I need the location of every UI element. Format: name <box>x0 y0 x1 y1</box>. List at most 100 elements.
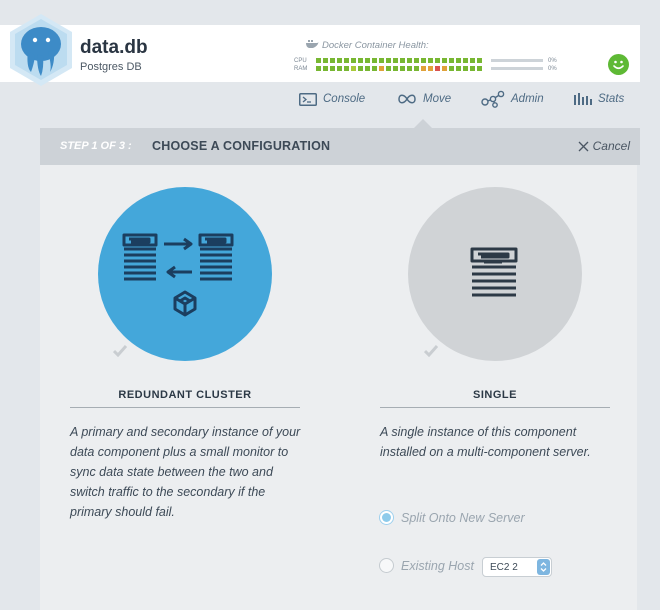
ram-meter-cell <box>463 66 468 71</box>
ram-meter-cell <box>386 66 391 71</box>
cpu-meter-cell <box>435 58 440 63</box>
single-title: SINGLE <box>473 389 517 401</box>
ram-meter-cell <box>400 66 405 71</box>
cpu-meter-cell <box>442 58 447 63</box>
cancel-button[interactable]: Cancel <box>578 139 630 153</box>
cpu-meter-cell <box>477 58 482 63</box>
ram-meter-cell <box>351 66 356 71</box>
cpu-meter-cell <box>358 58 363 63</box>
ram-bar <box>491 67 543 70</box>
ram-meter-cell <box>379 66 384 71</box>
cpu-label: CPU <box>294 57 307 64</box>
ram-meter-cell <box>428 66 433 71</box>
cluster-divider <box>70 407 300 408</box>
existing-host-select-value: EC2 2 <box>490 562 518 573</box>
radio-unselected-indicator <box>379 558 394 573</box>
nav-stats[interactable]: Stats <box>574 90 624 108</box>
container-health-label: Docker Container Health: <box>322 40 429 51</box>
cpu-meter-cell <box>344 58 349 63</box>
cpu-percent: 0% <box>548 57 557 64</box>
ram-meter-cell <box>344 66 349 71</box>
cpu-meter-cell <box>337 58 342 63</box>
single-option[interactable] <box>408 187 582 361</box>
redundant-cluster-title: REDUNDANT CLUSTER <box>118 389 252 401</box>
step-title: CHOOSE A CONFIGURATION <box>152 139 331 153</box>
cpu-meter: CPU 0% <box>294 57 557 64</box>
ram-meter-cell <box>421 66 426 71</box>
nav-console[interactable]: Console <box>299 90 365 108</box>
ram-meter-cell <box>393 66 398 71</box>
step-number: STEP 1 OF 3 : <box>60 140 132 152</box>
redundant-cluster-description: A primary and secondary instance of your… <box>70 425 301 519</box>
ram-meter-cell <box>372 66 377 71</box>
cluster-diagram-icon <box>122 233 234 317</box>
ram-meter-cell <box>337 66 342 71</box>
move-loop-icon <box>398 94 416 104</box>
cpu-meter-cell <box>323 58 328 63</box>
cpu-meter-cell <box>456 58 461 63</box>
app-name: data.db <box>80 37 148 58</box>
select-stepper-icon <box>537 559 550 575</box>
single-description: A single instance of this component inst… <box>380 425 591 459</box>
cpu-cells <box>316 58 482 63</box>
ram-meter-cell <box>330 66 335 71</box>
nav-move-label: Move <box>423 93 452 105</box>
health-status-smiley-icon <box>608 54 629 75</box>
nav-stats-label: Stats <box>598 93 625 105</box>
app-subtitle: Postgres DB <box>80 61 142 73</box>
ram-meter: RAM 0% <box>294 65 557 72</box>
cpu-meter-cell <box>393 58 398 63</box>
cpu-bar <box>491 59 543 62</box>
existing-host-label: Existing Host <box>401 558 474 573</box>
cluster-check-icon <box>113 345 127 357</box>
docker-whale-icon <box>306 40 319 48</box>
cpu-meter-cell <box>449 58 454 63</box>
wizard-step-bar: STEP 1 OF 3 : CHOOSE A CONFIGURATION Can… <box>40 128 640 165</box>
cpu-meter-cell <box>316 58 321 63</box>
ram-meter-cell <box>365 66 370 71</box>
split-onto-new-server-radio[interactable]: Split Onto New Server <box>379 510 525 525</box>
cpu-meter-cell <box>365 58 370 63</box>
postgres-elephant-logo <box>6 12 76 92</box>
cpu-meter-cell <box>421 58 426 63</box>
redundant-cluster-option[interactable] <box>98 187 272 361</box>
active-nav-pointer <box>414 119 432 128</box>
ram-meter-cell <box>414 66 419 71</box>
split-onto-new-server-label: Split Onto New Server <box>401 510 525 525</box>
stats-bars-icon <box>574 93 592 105</box>
ram-cells <box>316 66 482 71</box>
close-icon <box>578 141 589 151</box>
cpu-meter-cell <box>400 58 405 63</box>
cpu-meter-cell <box>407 58 412 63</box>
cpu-meter-cell <box>470 58 475 63</box>
container-health-title: Docker Container Health: <box>305 39 429 51</box>
cpu-meter-cell <box>463 58 468 63</box>
cpu-meter-cell <box>414 58 419 63</box>
radio-selected-indicator <box>379 510 394 525</box>
ram-meter-cell <box>407 66 412 71</box>
ram-meter-cell <box>323 66 328 71</box>
ram-meter-cell <box>442 66 447 71</box>
terminal-icon <box>299 92 317 106</box>
cpu-meter-cell <box>372 58 377 63</box>
existing-host-radio[interactable]: Existing Host <box>379 558 474 573</box>
single-check-icon <box>424 345 438 357</box>
ram-meter-cell <box>449 66 454 71</box>
single-divider <box>380 407 610 408</box>
ram-meter-cell <box>456 66 461 71</box>
nav-admin-label: Admin <box>511 93 544 105</box>
nav-move[interactable]: Move <box>397 90 451 108</box>
ram-meter-cell <box>358 66 363 71</box>
ram-meter-cell <box>477 66 482 71</box>
cpu-meter-cell <box>386 58 391 63</box>
existing-host-select[interactable]: EC2 2 <box>482 557 552 577</box>
single-server-icon <box>470 247 518 297</box>
cpu-meter-cell <box>351 58 356 63</box>
cpu-meter-cell <box>379 58 384 63</box>
ram-meter-cell <box>435 66 440 71</box>
nav-admin[interactable]: Admin <box>481 90 544 108</box>
nav-console-label: Console <box>323 93 366 105</box>
cpu-meter-cell <box>428 58 433 63</box>
ram-percent: 0% <box>548 65 557 72</box>
cancel-label: Cancel <box>592 139 630 153</box>
